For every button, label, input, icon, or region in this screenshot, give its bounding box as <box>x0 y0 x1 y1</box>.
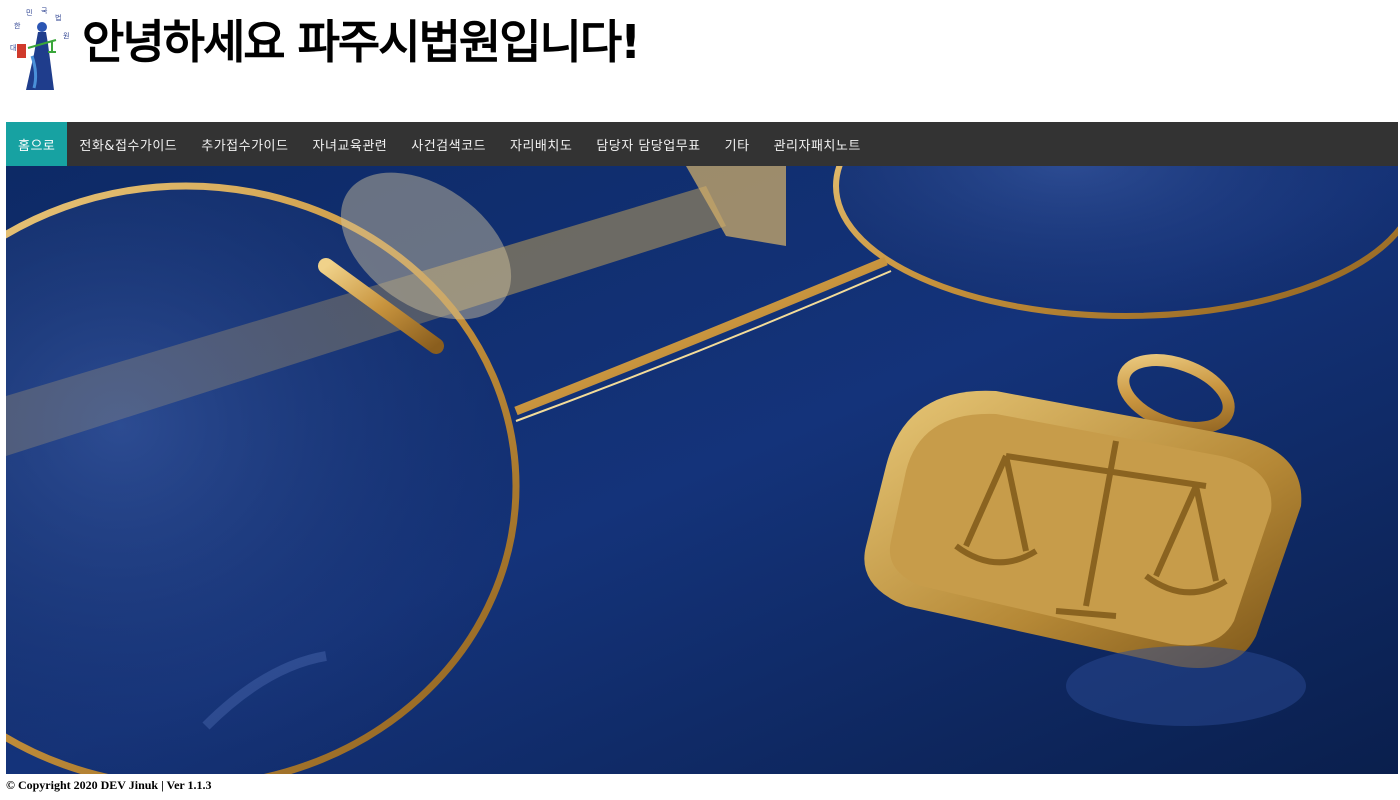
svg-text:대: 대 <box>10 44 16 52</box>
svg-text:한: 한 <box>14 22 21 30</box>
nav-item-phone-guide[interactable]: 전화&접수가이드 <box>67 122 189 166</box>
svg-text:원: 원 <box>63 31 69 40</box>
nav-item-admin-patch-notes[interactable]: 관리자패치노트 <box>762 122 873 166</box>
court-emblem-logo[interactable]: 대 한 민 국 법 원 <box>8 4 74 94</box>
nav-item-case-search-code[interactable]: 사건검색코드 <box>399 122 498 166</box>
svg-text:법: 법 <box>55 13 61 22</box>
main-nav: 홈으로 전화&접수가이드 추가접수가이드 자녀교육관련 사건검색코드 자리배치도… <box>6 122 1398 166</box>
page-header: 대 한 민 국 법 원 안녕하세요 파주시법원입니다! <box>0 0 1400 122</box>
nav-item-seating-chart[interactable]: 자리배치도 <box>498 122 584 166</box>
page-title: 안녕하세요 파주시법원입니다! <box>82 15 641 69</box>
hero-image <box>6 166 1398 774</box>
nav-item-child-education[interactable]: 자녀교육관련 <box>300 122 399 166</box>
svg-text:국: 국 <box>41 7 48 15</box>
glasses-scales-photo <box>6 166 1398 774</box>
nav-item-home[interactable]: 홈으로 <box>6 122 68 166</box>
nav-item-additional-guide[interactable]: 추가접수가이드 <box>189 122 300 166</box>
footer-copyright: © Copyright 2020 DEV Jinuk | Ver 1.1.3 <box>6 778 212 792</box>
svg-text:민: 민 <box>26 8 32 17</box>
nav-item-other[interactable]: 기타 <box>713 122 762 166</box>
nav-item-staff-duties[interactable]: 담당자 담당업무표 <box>584 122 712 166</box>
